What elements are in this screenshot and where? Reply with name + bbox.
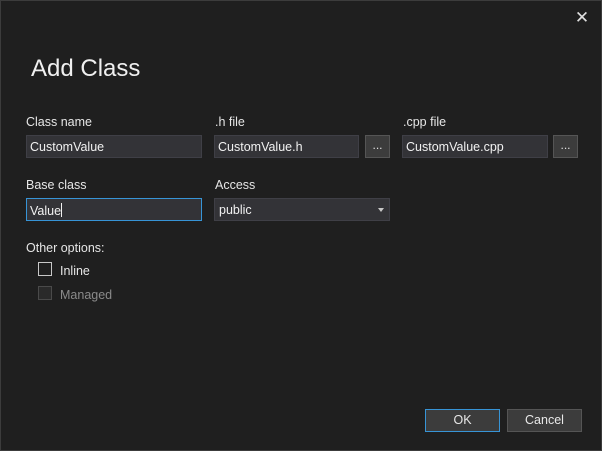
class-name-input[interactable]: CustomValue	[26, 135, 202, 158]
h-file-label: .h file	[215, 115, 245, 129]
inline-checkbox[interactable]	[38, 262, 52, 276]
h-file-browse-button[interactable]: ...	[365, 135, 390, 158]
access-selected-value: public	[219, 203, 252, 217]
cpp-file-input[interactable]: CustomValue.cpp	[402, 135, 548, 158]
class-name-label: Class name	[26, 115, 92, 129]
access-select[interactable]: public	[214, 198, 390, 221]
chevron-down-icon	[378, 208, 384, 212]
dialog-title: Add Class	[31, 55, 141, 82]
ok-button[interactable]: OK	[425, 409, 500, 432]
cpp-file-label: .cpp file	[403, 115, 447, 129]
managed-label: Managed	[60, 288, 113, 302]
access-label: Access	[215, 178, 256, 192]
other-options-label: Other options:	[26, 241, 105, 255]
managed-checkbox	[38, 286, 52, 300]
base-class-label: Base class	[26, 178, 87, 192]
base-class-input[interactable]: Value	[26, 198, 202, 221]
h-file-input[interactable]: CustomValue.h	[214, 135, 359, 158]
cpp-file-browse-button[interactable]: ...	[553, 135, 578, 158]
add-class-dialog: ✕ Add Class Class name CustomValue .h fi…	[0, 0, 602, 451]
base-class-value: Value	[30, 204, 62, 218]
text-caret	[61, 203, 63, 217]
close-icon[interactable]: ✕	[573, 9, 591, 27]
cancel-button[interactable]: Cancel	[507, 409, 582, 432]
inline-label: Inline	[60, 264, 90, 278]
